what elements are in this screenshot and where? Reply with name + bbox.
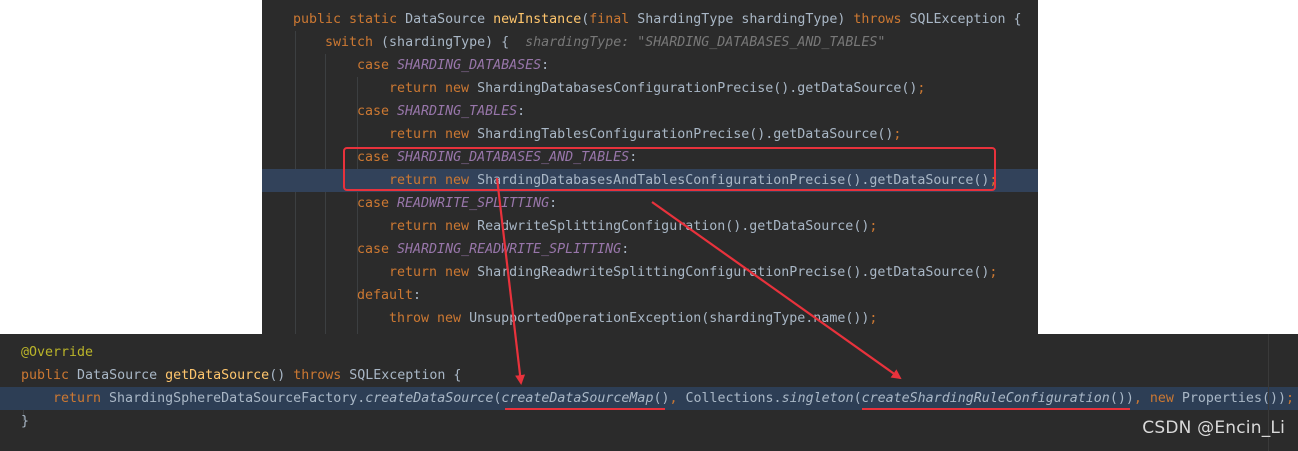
arrow-to-createShardingRuleConfiguration	[651, 201, 902, 380]
annotation-arrows	[495, 177, 902, 385]
watermark: CSDN @Encin_Li	[1142, 418, 1285, 438]
arrow-to-createDataSourceMap	[495, 177, 526, 385]
